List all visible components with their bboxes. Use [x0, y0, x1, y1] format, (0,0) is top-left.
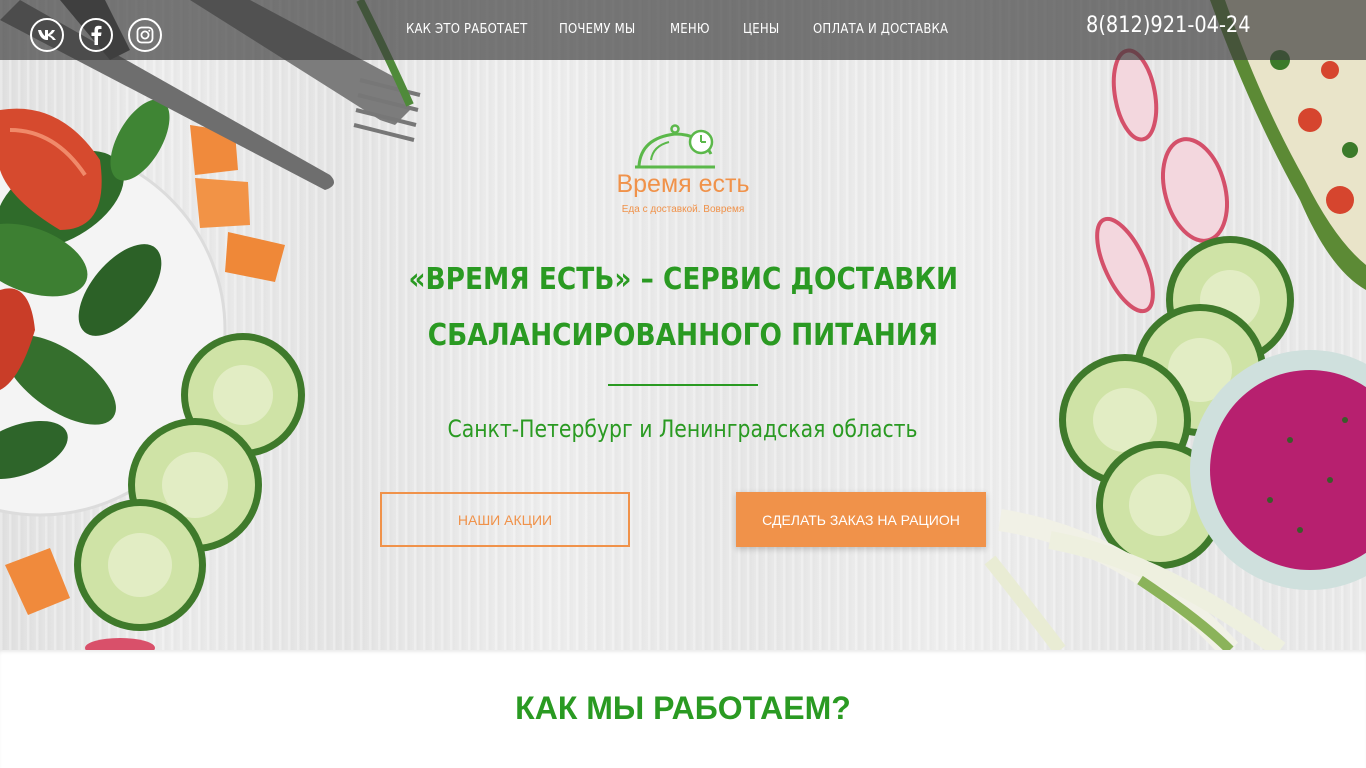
logo[interactable]: Время есть Еда с доставкой. Вовремя [603, 118, 763, 222]
order-ration-button[interactable]: СДЕЛАТЬ ЗАКАЗ НА РАЦИОН [736, 492, 986, 547]
cloche-clock-icon [635, 124, 715, 169]
phone-number[interactable]: 8(812)921-04-24 [1086, 13, 1251, 38]
headline-line-2: СБАЛАНСИРОВАННОГО ПИТАНИЯ [427, 318, 939, 353]
nav-why-us[interactable]: ПОЧЕМУ МЫ [559, 22, 635, 37]
promotions-button[interactable]: НАШИ АКЦИИ [380, 492, 630, 547]
headline-divider [608, 384, 758, 386]
nav-how-it-works[interactable]: КАК ЭТО РАБОТАЕТ [406, 22, 527, 37]
headline-line-1: «ВРЕМЯ ЕСТЬ» – СЕРВИС ДОСТАВКИ [408, 262, 958, 297]
region-subtitle: Санкт-Петербург и Ленинградская область [447, 415, 919, 443]
vk-icon[interactable] [30, 18, 64, 52]
instagram-icon[interactable] [128, 18, 162, 52]
logo-tagline: Еда с доставкой. Вовремя [621, 204, 745, 215]
section-title: КАК МЫ РАБОТАЕМ? [515, 690, 851, 726]
hero-section: КАК ЭТО РАБОТАЕТ ПОЧЕМУ МЫ МЕНЮ ЦЕНЫ ОПЛ… [0, 0, 1366, 650]
logo-name: Время есть [616, 170, 750, 198]
nav-prices[interactable]: ЦЕНЫ [743, 22, 779, 37]
nav-menu[interactable]: МЕНЮ [670, 22, 710, 37]
nav-payment-delivery[interactable]: ОПЛАТА И ДОСТАВКА [813, 22, 948, 37]
top-navigation-bar: КАК ЭТО РАБОТАЕТ ПОЧЕМУ МЫ МЕНЮ ЦЕНЫ ОПЛ… [0, 0, 1366, 60]
facebook-icon[interactable] [79, 18, 113, 52]
